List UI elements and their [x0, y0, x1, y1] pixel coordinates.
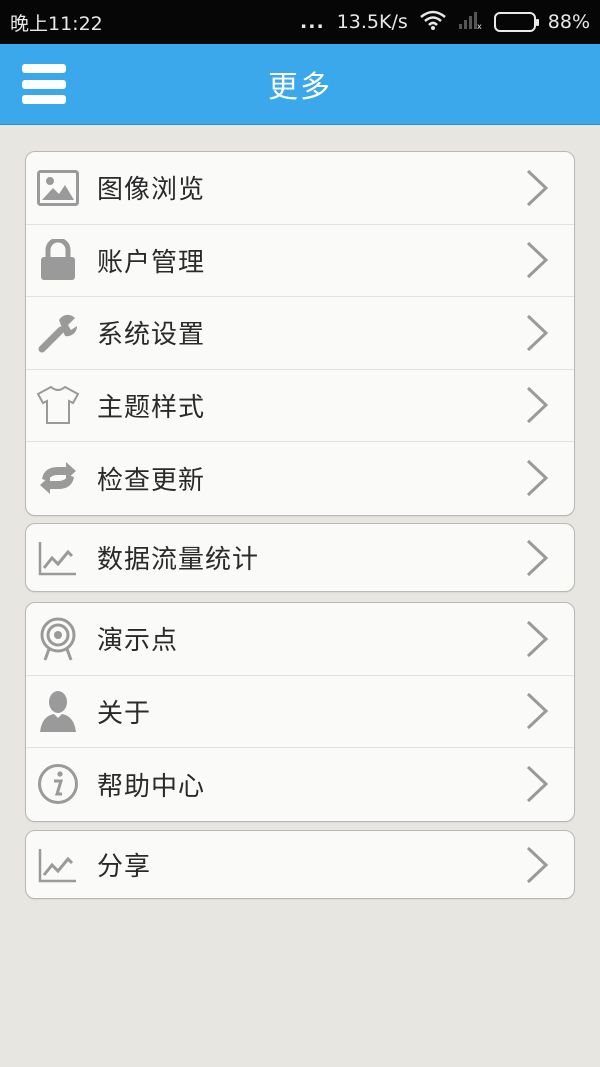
chevron-right-icon: [526, 693, 549, 730]
status-dots: ...: [300, 11, 325, 33]
chart-icon: [35, 842, 81, 888]
menu-item-account[interactable]: 账户管理: [26, 225, 574, 297]
chevron-right-icon: [526, 460, 549, 497]
wrench-icon: [35, 310, 81, 356]
menu-group-4: 分享: [25, 830, 575, 899]
lock-icon: [35, 237, 81, 283]
tshirt-icon: [35, 382, 81, 428]
chevron-right-icon: [526, 169, 549, 206]
chevron-right-icon: [526, 314, 549, 351]
chevron-right-icon: [526, 766, 549, 803]
battery-icon: [493, 12, 539, 32]
image-icon: [35, 165, 81, 211]
menu-group-1: 图像浏览 账户管理 系统设置 主题样式 检查更新: [25, 151, 575, 516]
menu-item-image-browse[interactable]: 图像浏览: [26, 152, 574, 225]
info-icon: [35, 761, 81, 807]
chevron-right-icon: [526, 620, 549, 657]
menu-item-data-usage[interactable]: 数据流量统计: [26, 524, 574, 591]
page-title: 更多: [268, 70, 332, 105]
chevron-right-icon: [526, 539, 549, 576]
menu-group-3: 演示点 关于 帮助中心: [25, 602, 575, 822]
person-icon: [35, 688, 81, 734]
status-time: 晚上11:22: [10, 12, 103, 35]
menu-item-share[interactable]: 分享: [26, 831, 574, 898]
menu-item-about[interactable]: 关于: [26, 676, 574, 748]
menu-item-help[interactable]: 帮助中心: [26, 748, 574, 821]
chevron-right-icon: [526, 242, 549, 279]
target-icon: [35, 616, 81, 662]
app-header: 更多: [0, 44, 600, 125]
menu-item-settings[interactable]: 系统设置: [26, 297, 574, 370]
menu-button[interactable]: [22, 64, 66, 104]
menu-item-update[interactable]: 检查更新: [26, 442, 574, 515]
refresh-icon: [35, 455, 81, 501]
menu-item-theme[interactable]: 主题样式: [26, 370, 574, 442]
menu-icon: [22, 64, 66, 73]
menu-group-2: 数据流量统计: [25, 523, 575, 592]
svg-text:x: x: [477, 22, 482, 30]
network-speed: 13.5K/s: [336, 11, 408, 33]
chart-icon: [35, 535, 81, 581]
wifi-icon: [419, 10, 446, 35]
status-bar: 晚上11:22 ... 13.5K/s x 88%: [0, 0, 600, 44]
chevron-right-icon: [526, 846, 549, 883]
signal-icon: x: [458, 10, 482, 35]
menu-item-demo-point[interactable]: 演示点: [26, 603, 574, 676]
chevron-right-icon: [526, 387, 549, 424]
battery-percent: 88%: [547, 11, 590, 33]
